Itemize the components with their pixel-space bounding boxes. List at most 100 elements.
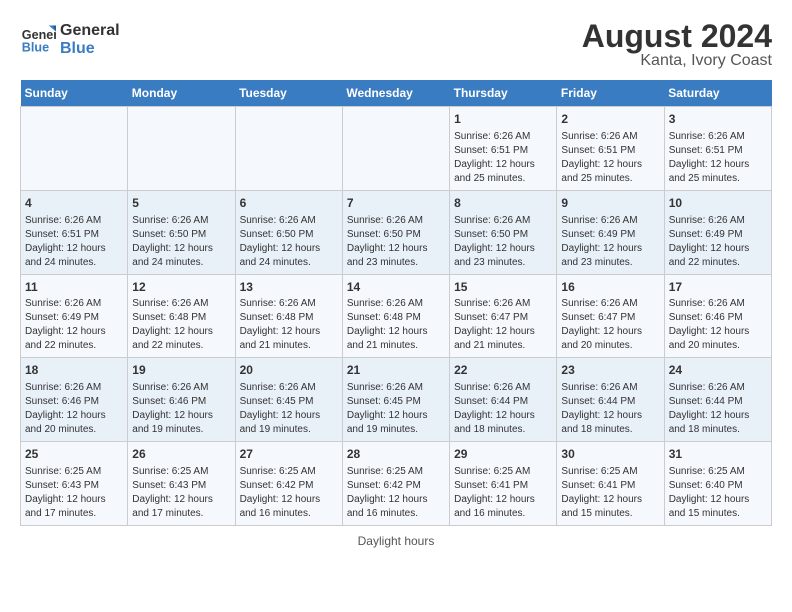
day-number: 30 — [561, 446, 659, 463]
calendar-cell-w3-d3: 13Sunrise: 6:26 AM Sunset: 6:48 PM Dayli… — [235, 274, 342, 358]
day-info: Sunrise: 6:26 AM Sunset: 6:49 PM Dayligh… — [669, 214, 767, 270]
page-container: General Blue General Blue August 2024 Ka… — [20, 20, 772, 548]
day-info: Sunrise: 6:26 AM Sunset: 6:46 PM Dayligh… — [132, 381, 230, 437]
day-number: 7 — [347, 195, 445, 212]
footer-text: Daylight hours — [358, 534, 435, 548]
day-number: 6 — [240, 195, 338, 212]
day-info: Sunrise: 6:26 AM Sunset: 6:51 PM Dayligh… — [561, 130, 659, 186]
calendar-cell-w5-d7: 31 Sunrise: 6:25 AM Sunset: 6:40 PM Dayli… — [664, 442, 771, 526]
day-number: 20 — [240, 362, 338, 379]
calendar-cell-w2-d4: 7 Sunrise: 6:26 AM Sunset: 6:50 PM Daylig… — [342, 190, 449, 274]
day-info: Sunrise: 6:26 AM Sunset: 6:50 PM Dayligh… — [240, 214, 338, 270]
week-row-2: 4 Sunrise: 6:26 AM Sunset: 6:51 PM Daylig… — [21, 190, 772, 274]
day-number: 27 — [240, 446, 338, 463]
calendar-cell-w4-d3: 20 Sunrise: 6:26 AM Sunset: 6:45 PM Dayli… — [235, 358, 342, 442]
day-info: Sunrise: 6:26 AM Sunset: 6:48 PM Dayligh… — [132, 297, 230, 353]
day-number: 24 — [669, 362, 767, 379]
day-info: Sunrise: 6:26 AM Sunset: 6:45 PM Dayligh… — [347, 381, 445, 437]
day-info: Sunrise: 6:26 AM Sunset: 6:47 PM Dayligh… — [561, 297, 659, 353]
day-info: Sunrise: 6:26 AM Sunset: 6:51 PM Dayligh… — [25, 214, 123, 270]
day-number: 8 — [454, 195, 552, 212]
calendar-subtitle: Kanta, Ivory Coast — [582, 52, 772, 70]
header-row: Sunday Monday Tuesday Wednesday Thursday… — [21, 80, 772, 107]
week-row-1: 1 Sunrise: 6:26 AM Sunset: 6:51 PM Daylig… — [21, 107, 772, 191]
calendar-cell-w3-d4: 14Sunrise: 6:26 AM Sunset: 6:48 PM Dayli… — [342, 274, 449, 358]
calendar-cell-w2-d5: 8 Sunrise: 6:26 AM Sunset: 6:50 PM Daylig… — [450, 190, 557, 274]
day-info: Sunrise: 6:26 AM Sunset: 6:50 PM Dayligh… — [347, 214, 445, 270]
calendar-cell-w4-d6: 23Sunrise: 6:26 AM Sunset: 6:44 PM Dayli… — [557, 358, 664, 442]
day-info: Sunrise: 6:26 AM Sunset: 6:44 PM Dayligh… — [561, 381, 659, 437]
day-info: Sunrise: 6:25 AM Sunset: 6:42 PM Dayligh… — [240, 465, 338, 521]
title-block: August 2024 Kanta, Ivory Coast — [582, 20, 772, 70]
day-info: Sunrise: 6:26 AM Sunset: 6:48 PM Dayligh… — [240, 297, 338, 353]
calendar-cell-w5-d1: 25 Sunrise: 6:25 AM Sunset: 6:43 PM Dayli… — [21, 442, 128, 526]
day-number: 26 — [132, 446, 230, 463]
day-info: Sunrise: 6:26 AM Sunset: 6:44 PM Dayligh… — [454, 381, 552, 437]
logo: General Blue General Blue — [20, 20, 120, 57]
calendar-cell-w2-d3: 6 Sunrise: 6:26 AM Sunset: 6:50 PM Daylig… — [235, 190, 342, 274]
header: General Blue General Blue August 2024 Ka… — [20, 20, 772, 70]
day-number: 25 — [25, 446, 123, 463]
day-info: Sunrise: 6:26 AM Sunset: 6:50 PM Dayligh… — [454, 214, 552, 270]
svg-text:Blue: Blue — [22, 40, 49, 54]
day-number: 16 — [561, 279, 659, 296]
day-info: Sunrise: 6:26 AM Sunset: 6:46 PM Dayligh… — [669, 297, 767, 353]
col-saturday: Saturday — [664, 80, 771, 107]
week-row-3: 11Sunrise: 6:26 AM Sunset: 6:49 PM Dayli… — [21, 274, 772, 358]
day-info: Sunrise: 6:26 AM Sunset: 6:47 PM Dayligh… — [454, 297, 552, 353]
day-info: Sunrise: 6:26 AM Sunset: 6:45 PM Dayligh… — [240, 381, 338, 437]
calendar-cell-w1-d7: 3Sunrise: 6:26 AM Sunset: 6:51 PM Daylig… — [664, 107, 771, 191]
calendar-cell-w1-d2 — [128, 107, 235, 191]
col-wednesday: Wednesday — [342, 80, 449, 107]
day-info: Sunrise: 6:25 AM Sunset: 6:41 PM Dayligh… — [454, 465, 552, 521]
day-number: 13 — [240, 279, 338, 296]
calendar-cell-w5-d6: 30Sunrise: 6:25 AM Sunset: 6:41 PM Dayli… — [557, 442, 664, 526]
logo-icon: General Blue — [20, 21, 56, 57]
calendar-cell-w2-d7: 10 Sunrise: 6:26 AM Sunset: 6:49 PM Dayli… — [664, 190, 771, 274]
calendar-header: Sunday Monday Tuesday Wednesday Thursday… — [21, 80, 772, 107]
calendar-cell-w1-d1 — [21, 107, 128, 191]
day-number: 10 — [669, 195, 767, 212]
day-number: 28 — [347, 446, 445, 463]
day-number: 22 — [454, 362, 552, 379]
logo-general: General — [60, 22, 120, 40]
day-info: Sunrise: 6:26 AM Sunset: 6:48 PM Dayligh… — [347, 297, 445, 353]
calendar-cell-w3-d6: 16Sunrise: 6:26 AM Sunset: 6:47 PM Dayli… — [557, 274, 664, 358]
calendar-table: Sunday Monday Tuesday Wednesday Thursday… — [20, 80, 772, 526]
day-number: 11 — [25, 279, 123, 296]
calendar-title: August 2024 — [582, 20, 772, 52]
calendar-cell-w1-d5: 1 Sunrise: 6:26 AM Sunset: 6:51 PM Daylig… — [450, 107, 557, 191]
day-number: 17 — [669, 279, 767, 296]
calendar-cell-w2-d6: 9Sunrise: 6:26 AM Sunset: 6:49 PM Daylig… — [557, 190, 664, 274]
calendar-cell-w1-d3 — [235, 107, 342, 191]
calendar-cell-w5-d5: 29Sunrise: 6:25 AM Sunset: 6:41 PM Dayli… — [450, 442, 557, 526]
day-number: 5 — [132, 195, 230, 212]
week-row-4: 18Sunrise: 6:26 AM Sunset: 6:46 PM Dayli… — [21, 358, 772, 442]
logo-blue: Blue — [60, 40, 120, 58]
calendar-cell-w4-d5: 22 Sunrise: 6:26 AM Sunset: 6:44 PM Dayli… — [450, 358, 557, 442]
calendar-cell-w2-d2: 5Sunrise: 6:26 AM Sunset: 6:50 PM Daylig… — [128, 190, 235, 274]
calendar-cell-w4-d7: 24 Sunrise: 6:26 AM Sunset: 6:44 PM Dayli… — [664, 358, 771, 442]
calendar-cell-w5-d2: 26Sunrise: 6:25 AM Sunset: 6:43 PM Dayli… — [128, 442, 235, 526]
calendar-cell-w2-d1: 4 Sunrise: 6:26 AM Sunset: 6:51 PM Daylig… — [21, 190, 128, 274]
day-number: 19 — [132, 362, 230, 379]
calendar-cell-w5-d4: 28 Sunrise: 6:25 AM Sunset: 6:42 PM Dayli… — [342, 442, 449, 526]
day-number: 31 — [669, 446, 767, 463]
day-info: Sunrise: 6:26 AM Sunset: 6:44 PM Dayligh… — [669, 381, 767, 437]
calendar-cell-w5-d3: 27 Sunrise: 6:25 AM Sunset: 6:42 PM Dayli… — [235, 442, 342, 526]
week-row-5: 25 Sunrise: 6:25 AM Sunset: 6:43 PM Dayli… — [21, 442, 772, 526]
day-info: Sunrise: 6:25 AM Sunset: 6:43 PM Dayligh… — [25, 465, 123, 521]
day-number: 12 — [132, 279, 230, 296]
col-monday: Monday — [128, 80, 235, 107]
day-info: Sunrise: 6:25 AM Sunset: 6:42 PM Dayligh… — [347, 465, 445, 521]
day-number: 15 — [454, 279, 552, 296]
day-number: 4 — [25, 195, 123, 212]
calendar-body: 1 Sunrise: 6:26 AM Sunset: 6:51 PM Daylig… — [21, 107, 772, 526]
calendar-cell-w3-d7: 17Sunrise: 6:26 AM Sunset: 6:46 PM Dayli… — [664, 274, 771, 358]
day-info: Sunrise: 6:26 AM Sunset: 6:51 PM Dayligh… — [454, 130, 552, 186]
day-info: Sunrise: 6:25 AM Sunset: 6:40 PM Dayligh… — [669, 465, 767, 521]
col-friday: Friday — [557, 80, 664, 107]
day-number: 21 — [347, 362, 445, 379]
day-number: 1 — [454, 111, 552, 128]
calendar-cell-w4-d4: 21 Sunrise: 6:26 AM Sunset: 6:45 PM Dayli… — [342, 358, 449, 442]
